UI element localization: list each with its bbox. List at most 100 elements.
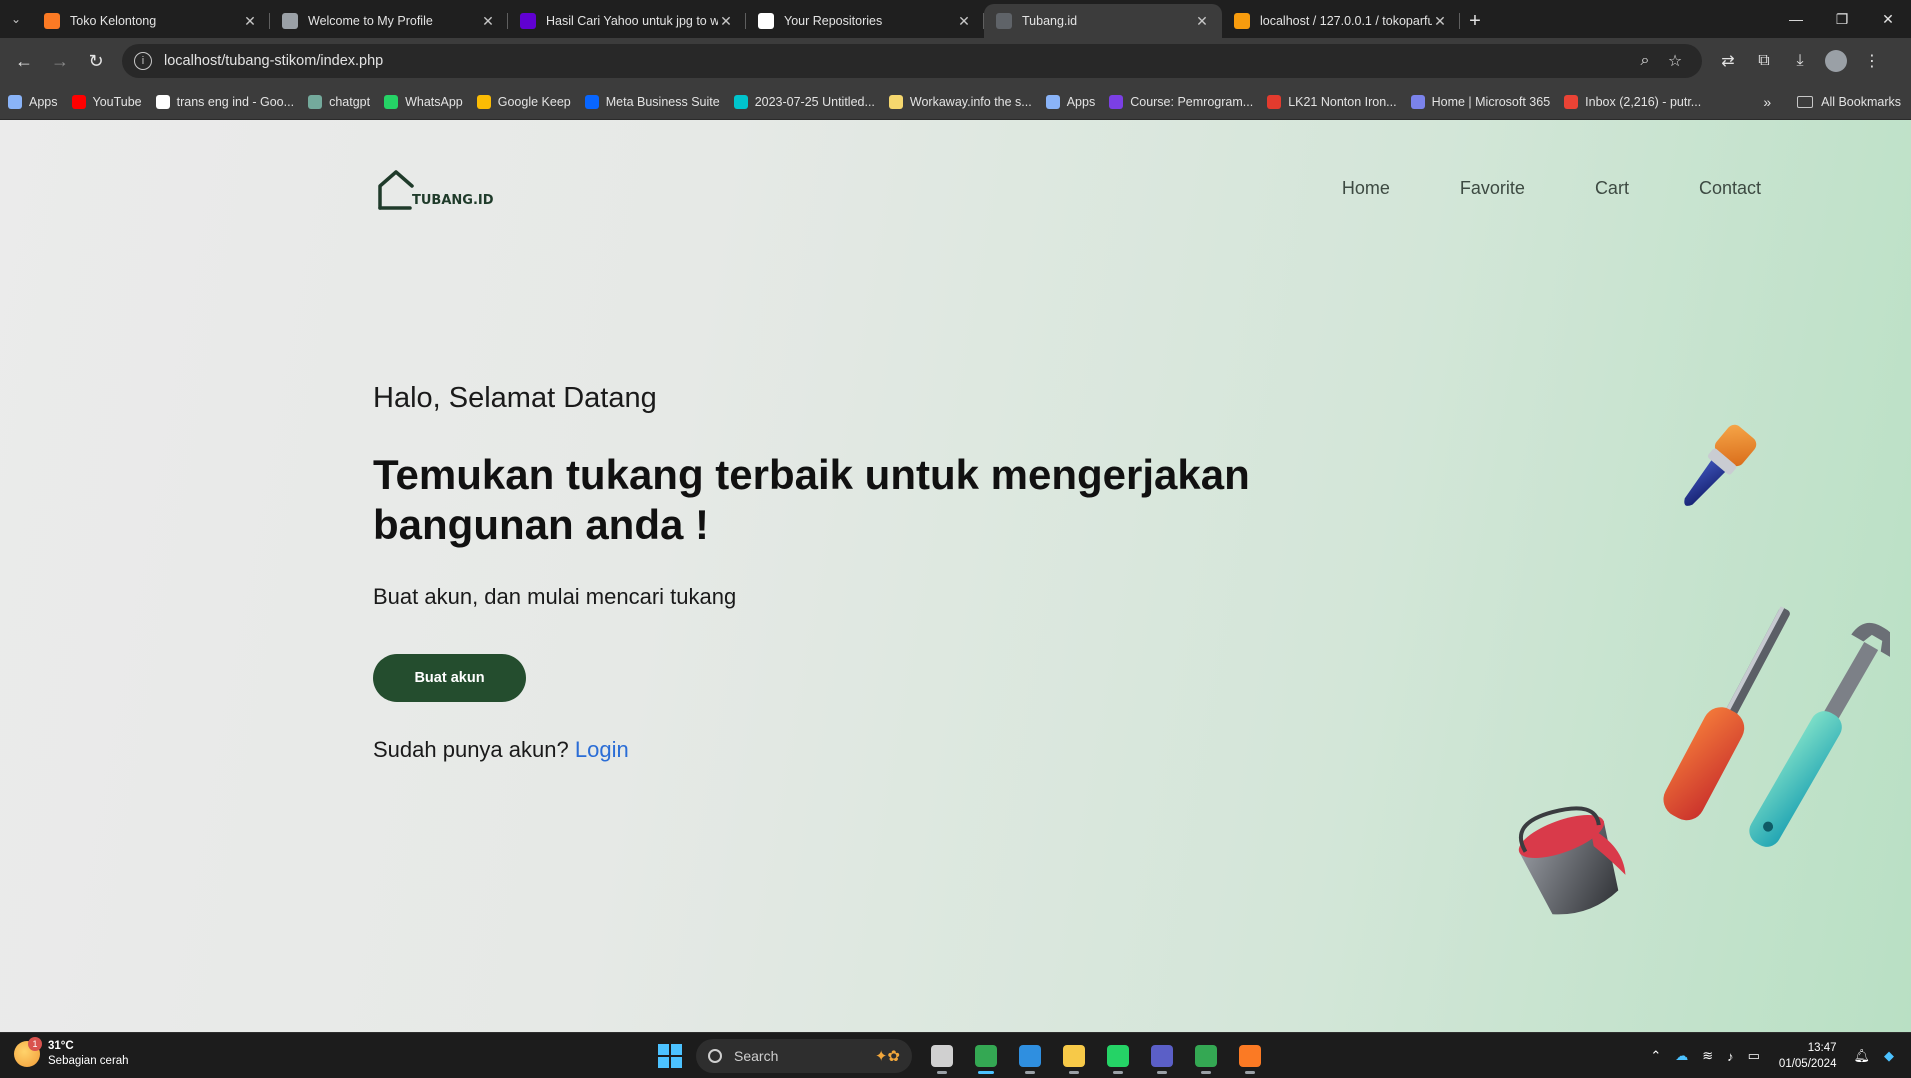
teams-icon[interactable] <box>1144 1038 1180 1074</box>
forward-icon[interactable]: → <box>42 43 78 79</box>
close-window-icon[interactable]: ✕ <box>1865 0 1911 38</box>
minimize-icon[interactable]: — <box>1773 0 1819 38</box>
browser-tab[interactable]: Your Repositories ✕ <box>746 4 984 38</box>
search-placeholder: Search <box>734 1048 779 1064</box>
tab-close-icon[interactable]: ✕ <box>718 13 734 29</box>
nav-home[interactable]: Home <box>1342 178 1390 199</box>
weather-widget[interactable]: 1 31°C Sebagian cerah <box>14 1037 129 1069</box>
volume-icon[interactable]: ♪ <box>1727 1049 1734 1064</box>
browser-tab[interactable]: Tubang.id ✕ <box>984 4 1222 38</box>
bookmark-item[interactable]: WhatsApp <box>384 94 463 109</box>
bookmark-item[interactable]: Meta Business Suite <box>584 94 720 109</box>
tab-close-icon[interactable]: ✕ <box>956 13 972 29</box>
menu-icon[interactable]: ⋮ <box>1854 43 1890 79</box>
app-glyph <box>1019 1045 1041 1067</box>
bookmark-item[interactable]: Home | Microsoft 365 <box>1410 94 1551 109</box>
translate-icon[interactable]: ⇄ <box>1710 43 1746 79</box>
browser-tab[interactable]: Welcome to My Profile ✕ <box>270 4 508 38</box>
bookmark-item[interactable]: Inbox (2,216) - putr... <box>1564 94 1701 109</box>
weather-badge: 1 <box>28 1037 42 1051</box>
app-glyph <box>1239 1045 1261 1067</box>
xampp-icon[interactable] <box>1232 1038 1268 1074</box>
paint-brush-icon <box>1684 424 1757 506</box>
gmail-icon <box>1564 94 1579 109</box>
chrome-profile-icon[interactable] <box>1188 1038 1224 1074</box>
battery-icon[interactable]: ▭ <box>1748 1048 1760 1064</box>
windows-start-icon[interactable] <box>652 1038 688 1074</box>
browser-tab[interactable]: localhost / 127.0.0.1 / tokoparfu ✕ <box>1222 4 1460 38</box>
workaway-icon <box>888 94 903 109</box>
clock-time: 13:47 <box>1807 1042 1837 1054</box>
zoom-icon[interactable]: ⌕ <box>1630 52 1660 70</box>
running-indicator <box>937 1071 947 1074</box>
bookmark-item[interactable]: Apps <box>1045 94 1095 109</box>
browser-tab[interactable]: Toko Kelontong ✕ <box>32 4 270 38</box>
tab-close-icon[interactable]: ✕ <box>1432 13 1448 29</box>
onedrive-icon[interactable]: ☁ <box>1675 1048 1688 1064</box>
yahoo-icon <box>520 13 536 29</box>
bookmark-label: trans eng ind - Goo... <box>176 94 295 109</box>
bookmark-label: YouTube <box>92 94 142 109</box>
all-bookmarks-button[interactable]: All Bookmarks <box>1821 95 1901 109</box>
url-text[interactable]: localhost/tubang-stikom/index.php <box>164 53 1630 69</box>
login-link[interactable]: Login <box>575 737 629 762</box>
new-tab-button[interactable]: + <box>1460 4 1490 38</box>
restore-icon[interactable]: ❐ <box>1819 0 1865 38</box>
screwdriver-wrench-icon <box>1663 606 1890 847</box>
tab-close-icon[interactable]: ✕ <box>1194 13 1210 29</box>
extensions-icon[interactable]: ⧉ <box>1746 43 1782 79</box>
bookmark-label: Workaway.info the s... <box>909 94 1032 109</box>
copilot-icon[interactable]: ◆ <box>1884 1048 1894 1064</box>
nav-cart[interactable]: Cart <box>1595 178 1629 199</box>
wifi-icon[interactable]: ≋ <box>1702 1048 1713 1064</box>
browser-toolbar: ← → ↻ i localhost/tubang-stikom/index.ph… <box>0 38 1911 84</box>
bookmark-item[interactable]: Google Keep <box>476 94 571 109</box>
bookmark-item[interactable]: Course: Pemrogram... <box>1109 94 1253 109</box>
bookmark-item[interactable]: chatgpt <box>308 94 370 109</box>
bookmark-item[interactable]: trans eng ind - Goo... <box>155 94 295 109</box>
nav-contact[interactable]: Contact <box>1699 178 1761 199</box>
running-indicator <box>1245 1071 1255 1074</box>
profile-avatar[interactable] <box>1818 43 1854 79</box>
download-icon[interactable]: ⤓ <box>1782 43 1818 79</box>
whatsapp-icon[interactable] <box>1100 1038 1136 1074</box>
m365-icon <box>1410 94 1425 109</box>
address-bar[interactable]: i localhost/tubang-stikom/index.php ⌕ ☆ <box>122 44 1702 78</box>
more-bookmarks-icon[interactable]: » <box>1763 94 1771 110</box>
file-explorer-icon[interactable] <box>1056 1038 1092 1074</box>
site-info-icon[interactable]: i <box>134 52 152 70</box>
bookmark-label: Google Keep <box>497 94 571 109</box>
browser-tab[interactable]: Hasil Cari Yahoo untuk jpg to w ✕ <box>508 4 746 38</box>
vscode-icon[interactable] <box>1012 1038 1048 1074</box>
back-icon[interactable]: ← <box>6 43 42 79</box>
running-indicator <box>1113 1071 1123 1074</box>
bookmark-star-icon[interactable]: ☆ <box>1660 51 1690 71</box>
task-view-icon[interactable] <box>924 1038 960 1074</box>
tab-title: Tubang.id <box>1022 14 1078 28</box>
nav-favorite[interactable]: Favorite <box>1460 178 1525 199</box>
site-logo[interactable]: TUBANG.ID <box>376 168 494 212</box>
bookmark-label: Home | Microsoft 365 <box>1431 94 1551 109</box>
bookmark-item[interactable]: 2023-07-25 Untitled... <box>733 94 875 109</box>
tab-close-icon[interactable]: ✕ <box>242 13 258 29</box>
taskbar-search[interactable]: Search ✦✿ <box>696 1039 912 1073</box>
bookmark-item[interactable]: Apps <box>8 94 58 109</box>
show-hidden-icons-icon[interactable]: ⌃ <box>1650 1048 1661 1064</box>
bookmark-item[interactable]: Workaway.info the s... <box>888 94 1032 109</box>
youtube-icon <box>71 94 86 109</box>
globe-icon <box>282 13 298 29</box>
reload-icon[interactable]: ↻ <box>78 43 114 79</box>
windows-taskbar: 1 31°C Sebagian cerah Search ✦✿ ⌃ ☁ ≋ ♪ … <box>0 1032 1911 1078</box>
tab-close-icon[interactable]: ✕ <box>480 13 496 29</box>
meta-icon <box>584 94 599 109</box>
notification-icon[interactable]: 🔔︎ <box>1853 1048 1870 1064</box>
tab-search-button[interactable]: ⌄ <box>0 0 32 38</box>
bookmark-item[interactable]: LK21 Nonton Iron... <box>1267 94 1397 109</box>
chrome-icon[interactable] <box>968 1038 1004 1074</box>
bookmark-item[interactable]: YouTube <box>71 94 142 109</box>
search-highlight-icon: ✦✿ <box>874 1048 900 1065</box>
create-account-button[interactable]: Buat akun <box>373 654 526 702</box>
site-nav: Home Favorite Cart Contact <box>1272 178 1761 199</box>
clock[interactable]: 13:47 01/05/2024 <box>1779 1040 1837 1072</box>
tab-strip: ⌄ Toko Kelontong ✕ Welcome to My Profile ✕ H… <box>0 0 1911 38</box>
